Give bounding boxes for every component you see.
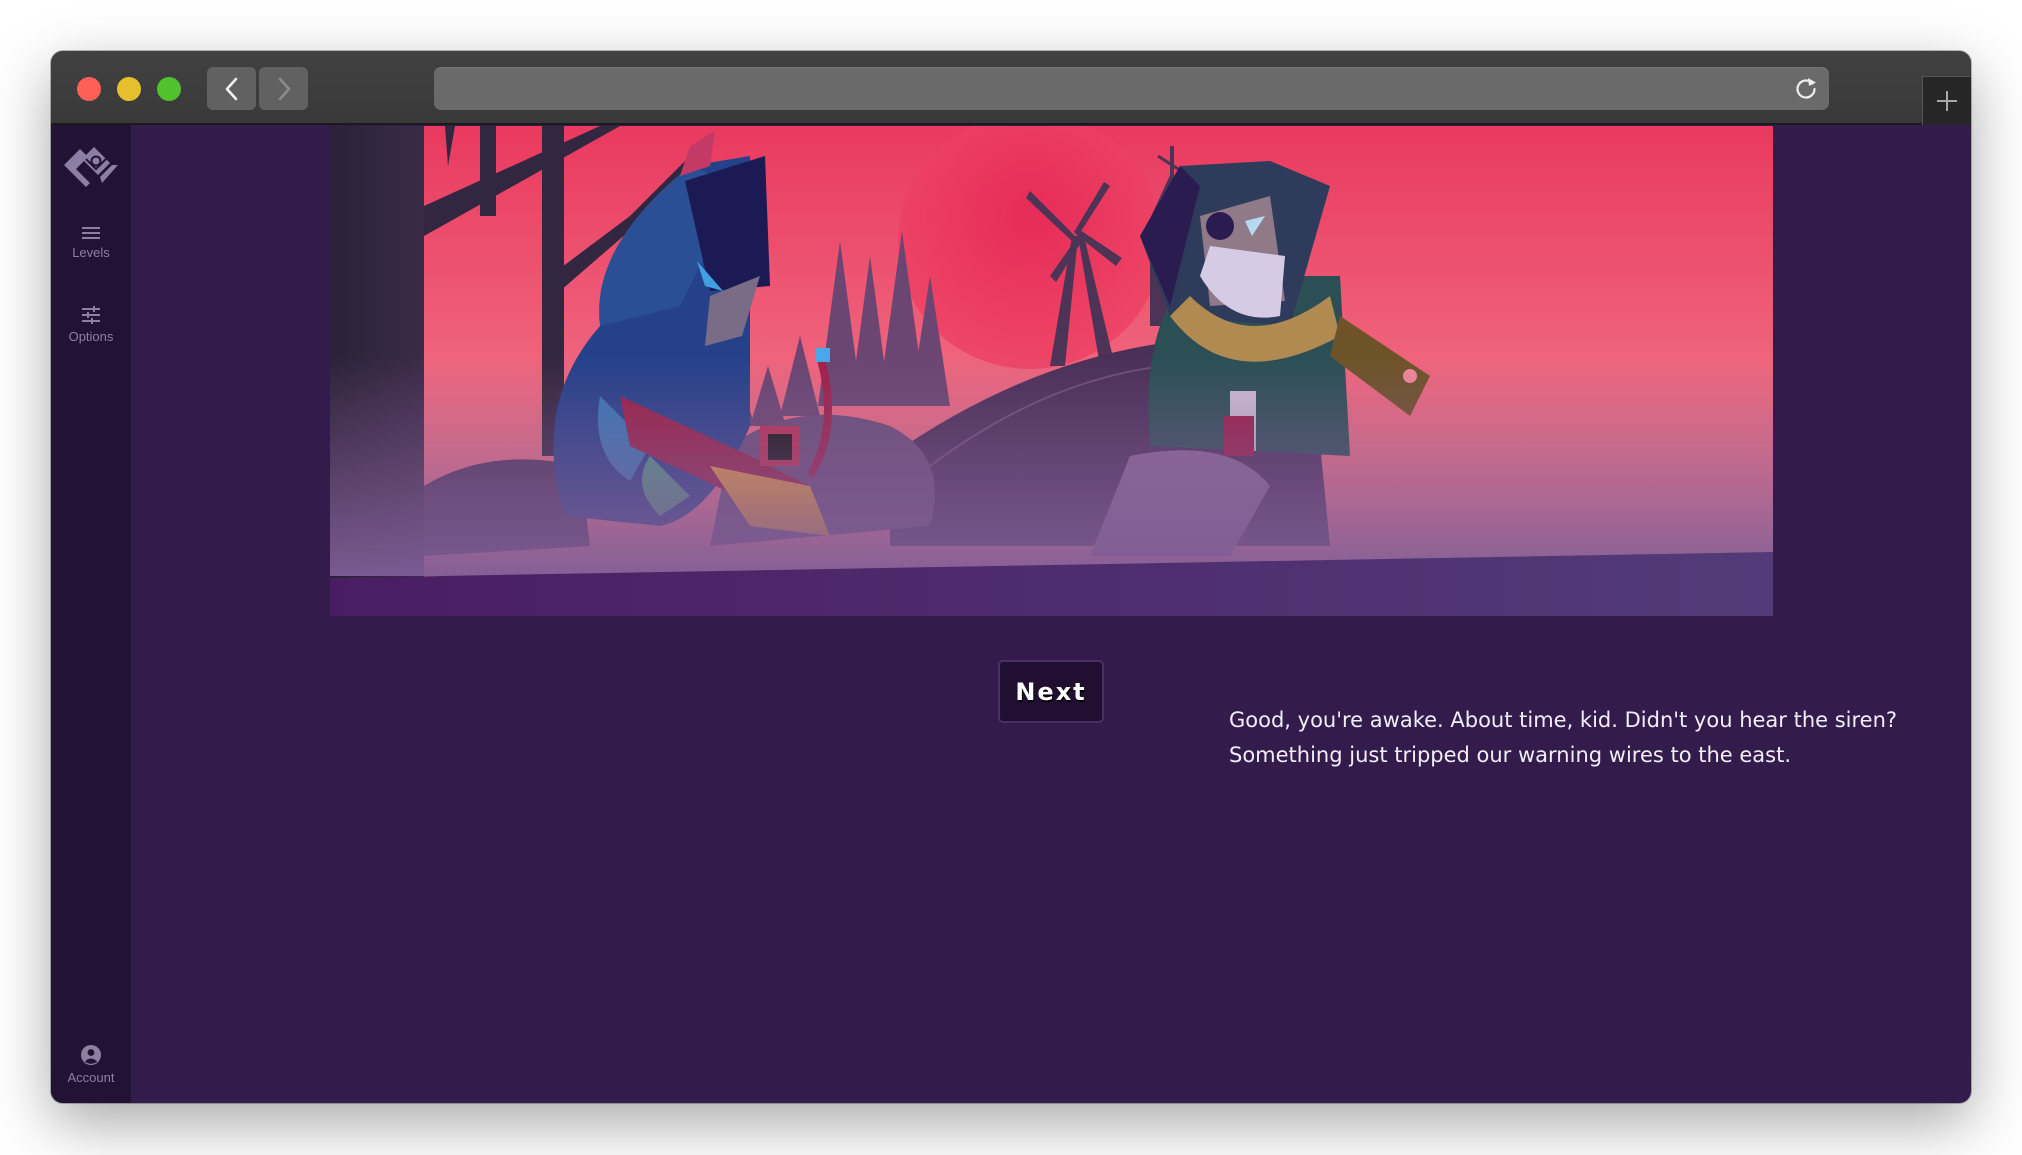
maximize-window-button[interactable]: [157, 77, 181, 101]
ground-mist: [330, 356, 1773, 576]
next-button[interactable]: Next: [998, 660, 1104, 723]
address-bar[interactable]: [434, 67, 1829, 110]
minimize-window-button[interactable]: [117, 77, 141, 101]
sidebar: Levels Options Account: [51, 125, 131, 1103]
browser-window: Levels Options Account Next Good, you're…: [51, 51, 1971, 1103]
dialog-text: Good, you're awake. About time, kid. Did…: [1229, 703, 1929, 773]
menu-icon: [82, 227, 100, 239]
sidebar-item-account[interactable]: Account: [51, 1044, 131, 1085]
dialog-line: Something just tripped our warning wires…: [1229, 743, 1792, 767]
scene-svg: [330, 126, 1773, 616]
sliders-icon: [82, 306, 100, 324]
reload-button[interactable]: [1791, 73, 1821, 103]
sidebar-item-options[interactable]: Options: [51, 305, 131, 344]
user-circle-icon: [81, 1045, 101, 1065]
sidebar-item-levels[interactable]: Levels: [51, 225, 131, 260]
forward-button[interactable]: [259, 67, 308, 110]
chevron-left-icon: [225, 77, 237, 100]
sidebar-item-label: Account: [67, 1070, 115, 1085]
plus-icon: [1937, 91, 1957, 111]
browser-toolbar: [51, 51, 1971, 125]
back-button[interactable]: [207, 67, 256, 110]
chevron-right-icon: [278, 77, 290, 100]
reload-icon: [1796, 78, 1816, 99]
game-logo-icon[interactable]: [60, 143, 122, 187]
close-window-button[interactable]: [77, 77, 101, 101]
sidebar-item-label: Options: [68, 329, 114, 344]
dialog-line: Good, you're awake. About time, kid. Did…: [1229, 708, 1898, 732]
sidebar-item-label: Levels: [72, 245, 110, 260]
new-tab-button[interactable]: [1922, 76, 1971, 125]
story-illustration: [330, 126, 1773, 616]
